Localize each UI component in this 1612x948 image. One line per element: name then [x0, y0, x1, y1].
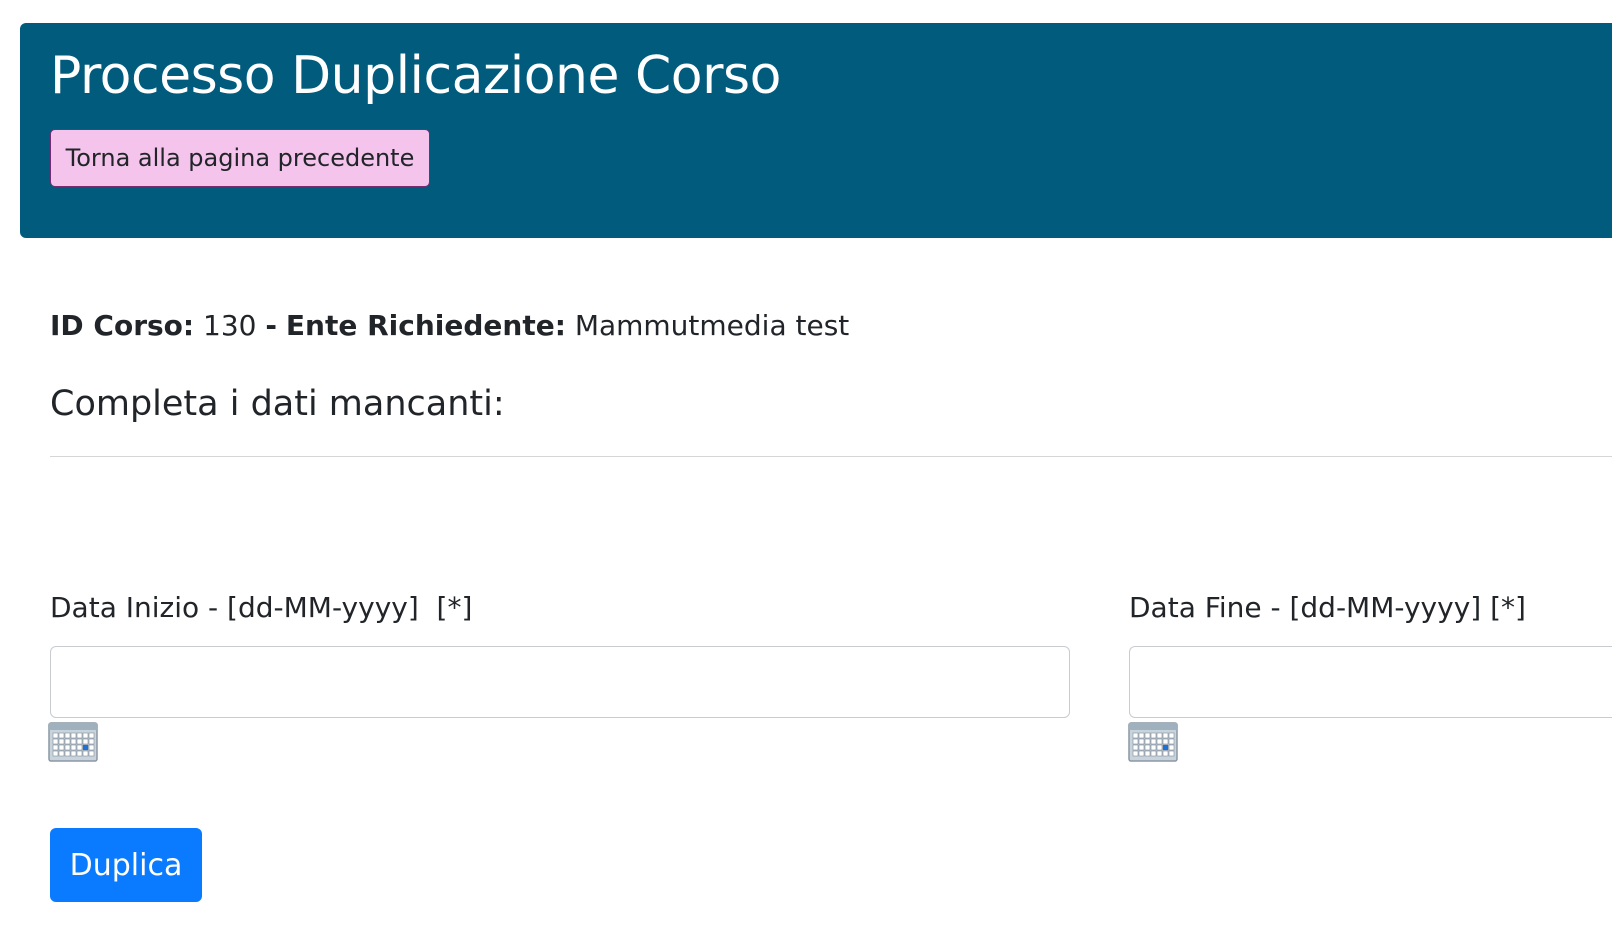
course-info: ID Corso: 130 - Ente Richiedente: Mammut…	[50, 306, 849, 346]
info-separator: -	[265, 309, 277, 342]
calendar-icon[interactable]	[1128, 722, 1178, 762]
end-date-input[interactable]	[1129, 646, 1612, 718]
course-id-value: 130	[203, 309, 257, 342]
start-date-input[interactable]	[50, 646, 1070, 718]
page-header: Processo Duplicazione Corso Torna alla p…	[20, 23, 1612, 238]
start-date-label: Data Inizio - [dd-MM-yyyy] [*]	[50, 591, 473, 624]
duplica-button[interactable]: Duplica	[50, 828, 202, 902]
end-date-label: Data Fine - [dd-MM-yyyy] [*]	[1129, 591, 1526, 624]
divider	[50, 456, 1612, 457]
form-subtitle: Completa i dati mancanti:	[50, 384, 505, 424]
page-title: Processo Duplicazione Corso	[50, 46, 781, 106]
ente-value: Mammutmedia test	[574, 309, 850, 342]
back-button[interactable]: Torna alla pagina precedente	[50, 129, 430, 187]
ente-label: Ente Richiedente:	[285, 309, 566, 342]
calendar-icon[interactable]	[48, 722, 98, 762]
course-id-label: ID Corso:	[50, 309, 195, 342]
